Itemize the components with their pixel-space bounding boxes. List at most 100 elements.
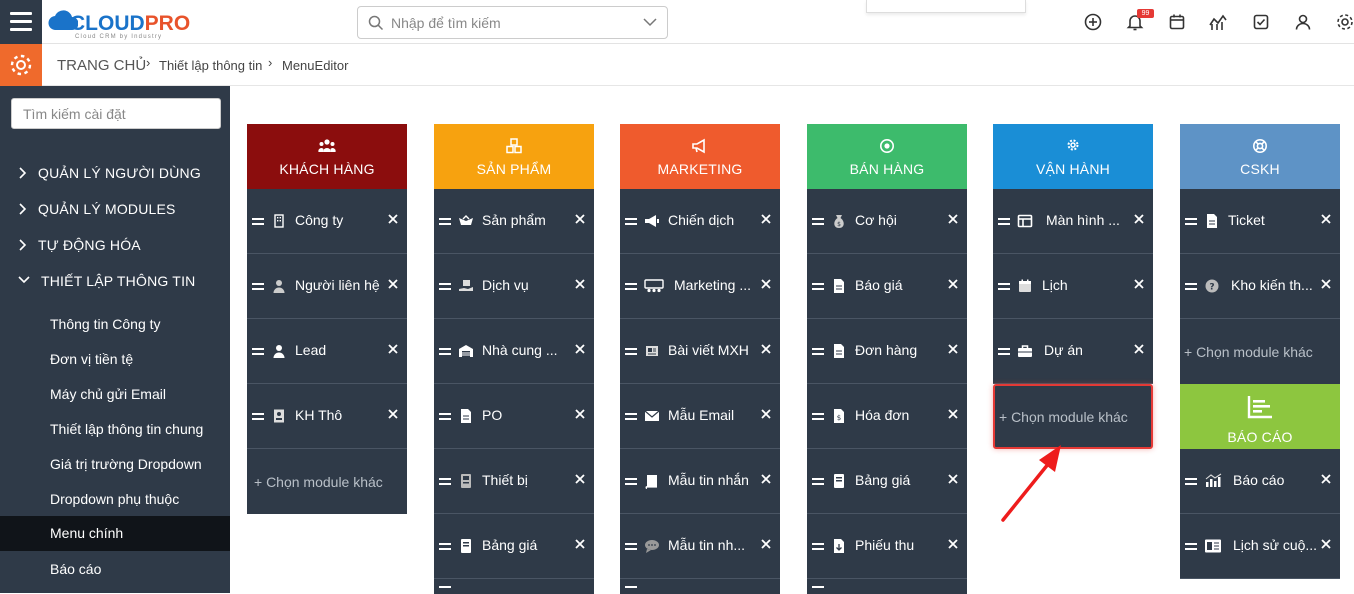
drag-handle-icon[interactable] xyxy=(439,478,451,485)
menu-item[interactable]: Mẫu tin nhắn xyxy=(620,449,780,514)
sidebar-group-module-management[interactable]: QUẢN LÝ MODULES xyxy=(0,198,230,222)
drag-handle-icon[interactable] xyxy=(439,283,451,290)
menu-item[interactable] xyxy=(807,579,967,594)
menu-item[interactable]: PO xyxy=(434,384,594,449)
drag-handle-icon[interactable] xyxy=(812,283,824,290)
remove-item-icon[interactable] xyxy=(1133,213,1145,225)
hamburger-menu-button[interactable] xyxy=(0,0,42,44)
menu-item[interactable]: KH Thô xyxy=(247,384,407,449)
remove-item-icon[interactable] xyxy=(947,538,959,550)
sidebar-group-info-setup[interactable]: THIẾT LẬP THÔNG TIN xyxy=(0,270,230,294)
menu-item[interactable]: Báo cáo xyxy=(1180,449,1340,514)
sidebar-item-dependent-dropdown[interactable]: Dropdown phụ thuộc xyxy=(0,482,230,517)
sidebar-item-dropdown-values[interactable]: Giá trị trường Dropdown xyxy=(0,447,230,482)
sidebar-group-user-management[interactable]: QUẢN LÝ NGƯỜI DÙNG xyxy=(0,162,230,186)
menu-item[interactable]: Công ty xyxy=(247,189,407,254)
menu-item[interactable]: Mẫu Email xyxy=(620,384,780,449)
remove-item-icon[interactable] xyxy=(574,538,586,550)
drag-handle-icon[interactable] xyxy=(252,413,264,420)
drag-handle-icon[interactable] xyxy=(812,413,824,420)
remove-item-icon[interactable] xyxy=(1133,278,1145,290)
menu-item[interactable]: Ticket xyxy=(1180,189,1340,254)
menu-item[interactable]: Người liên hệ xyxy=(247,254,407,319)
menu-item[interactable]: Sản phẩm xyxy=(434,189,594,254)
chevron-down-icon[interactable] xyxy=(643,17,657,27)
menu-item[interactable]: Marketing ... xyxy=(620,254,780,319)
drag-handle-icon[interactable] xyxy=(812,586,824,593)
drag-handle-icon[interactable] xyxy=(812,218,824,225)
drag-handle-icon[interactable] xyxy=(625,543,637,550)
drag-handle-icon[interactable] xyxy=(1185,478,1197,485)
settings-gear-icon[interactable] xyxy=(1335,12,1354,32)
menu-item[interactable]: Bảng giá xyxy=(807,449,967,514)
task-check-icon[interactable] xyxy=(1251,12,1271,32)
drag-handle-icon[interactable] xyxy=(252,283,264,290)
menu-item[interactable]: Báo giá xyxy=(807,254,967,319)
remove-item-icon[interactable] xyxy=(760,473,772,485)
sidebar-item-main-menu[interactable]: Menu chính xyxy=(0,516,230,551)
menu-item[interactable]: Lịch sử cuộ... xyxy=(1180,514,1340,579)
menu-item[interactable]: Nhà cung ... xyxy=(434,319,594,384)
drag-handle-icon[interactable] xyxy=(1185,543,1197,550)
drag-handle-icon[interactable] xyxy=(625,478,637,485)
remove-item-icon[interactable] xyxy=(387,343,399,355)
user-icon[interactable] xyxy=(1293,12,1313,32)
drag-handle-icon[interactable] xyxy=(625,348,637,355)
drag-handle-icon[interactable] xyxy=(812,478,824,485)
drag-handle-icon[interactable] xyxy=(998,283,1010,290)
remove-item-icon[interactable] xyxy=(574,343,586,355)
remove-item-icon[interactable] xyxy=(760,408,772,420)
remove-item-icon[interactable] xyxy=(1320,278,1332,290)
drag-handle-icon[interactable] xyxy=(625,218,637,225)
drag-handle-icon[interactable] xyxy=(998,348,1010,355)
drag-handle-icon[interactable] xyxy=(812,348,824,355)
menu-item[interactable]: Dịch vụ xyxy=(434,254,594,319)
add-circle-icon[interactable] xyxy=(1083,12,1103,32)
column-header[interactable]: SẢN PHẨM xyxy=(434,124,594,189)
global-search-input[interactable]: Nhập để tìm kiếm xyxy=(357,6,668,39)
drag-handle-icon[interactable] xyxy=(439,586,451,593)
remove-item-icon[interactable] xyxy=(760,538,772,550)
menu-item[interactable]: $ Cơ hội xyxy=(807,189,967,254)
drag-handle-icon[interactable] xyxy=(439,348,451,355)
column-header[interactable]: KHÁCH HÀNG xyxy=(247,124,407,189)
menu-item[interactable]: Phiếu thu xyxy=(807,514,967,579)
drag-handle-icon[interactable] xyxy=(998,218,1010,225)
menu-item[interactable]: Đơn hàng xyxy=(807,319,967,384)
column-header[interactable]: VẬN HÀNH xyxy=(993,124,1153,189)
remove-item-icon[interactable] xyxy=(947,408,959,420)
drag-handle-icon[interactable] xyxy=(1185,283,1197,290)
column-header[interactable]: BÁN HÀNG xyxy=(807,124,967,189)
analytics-icon[interactable] xyxy=(1208,12,1228,32)
remove-item-icon[interactable] xyxy=(574,278,586,290)
remove-item-icon[interactable] xyxy=(1320,538,1332,550)
remove-item-icon[interactable] xyxy=(574,408,586,420)
remove-item-icon[interactable] xyxy=(947,473,959,485)
remove-item-icon[interactable] xyxy=(1320,473,1332,485)
add-module-button[interactable]: + Chọn module khác xyxy=(1180,319,1340,384)
remove-item-icon[interactable] xyxy=(947,278,959,290)
remove-item-icon[interactable] xyxy=(760,278,772,290)
menu-item[interactable]: Chiến dịch xyxy=(620,189,780,254)
remove-item-icon[interactable] xyxy=(760,213,772,225)
sidebar-item-company-info[interactable]: Thông tin Công ty xyxy=(0,307,230,342)
sidebar-group-automation[interactable]: TỰ ĐỘNG HÓA xyxy=(0,234,230,258)
menu-item[interactable]: Lịch xyxy=(993,254,1153,319)
remove-item-icon[interactable] xyxy=(947,213,959,225)
settings-search-input[interactable]: Tìm kiếm cài đặt xyxy=(11,98,221,129)
remove-item-icon[interactable] xyxy=(574,213,586,225)
remove-item-icon[interactable] xyxy=(387,278,399,290)
remove-item-icon[interactable] xyxy=(947,343,959,355)
menu-item[interactable] xyxy=(434,579,594,594)
sidebar-item-general-settings[interactable]: Thiết lập thông tin chung xyxy=(0,412,230,447)
drag-handle-icon[interactable] xyxy=(252,348,264,355)
drag-handle-icon[interactable] xyxy=(625,586,637,593)
breadcrumb-home[interactable]: TRANG CHỦ xyxy=(57,57,146,74)
remove-item-icon[interactable] xyxy=(387,213,399,225)
menu-item[interactable] xyxy=(620,579,780,594)
drag-handle-icon[interactable] xyxy=(1185,218,1197,225)
remove-item-icon[interactable] xyxy=(1133,343,1145,355)
menu-item[interactable]: Thiết bị xyxy=(434,449,594,514)
settings-gear-button[interactable] xyxy=(0,44,42,86)
column-header-reports[interactable]: BÁO CÁO xyxy=(1180,384,1340,449)
